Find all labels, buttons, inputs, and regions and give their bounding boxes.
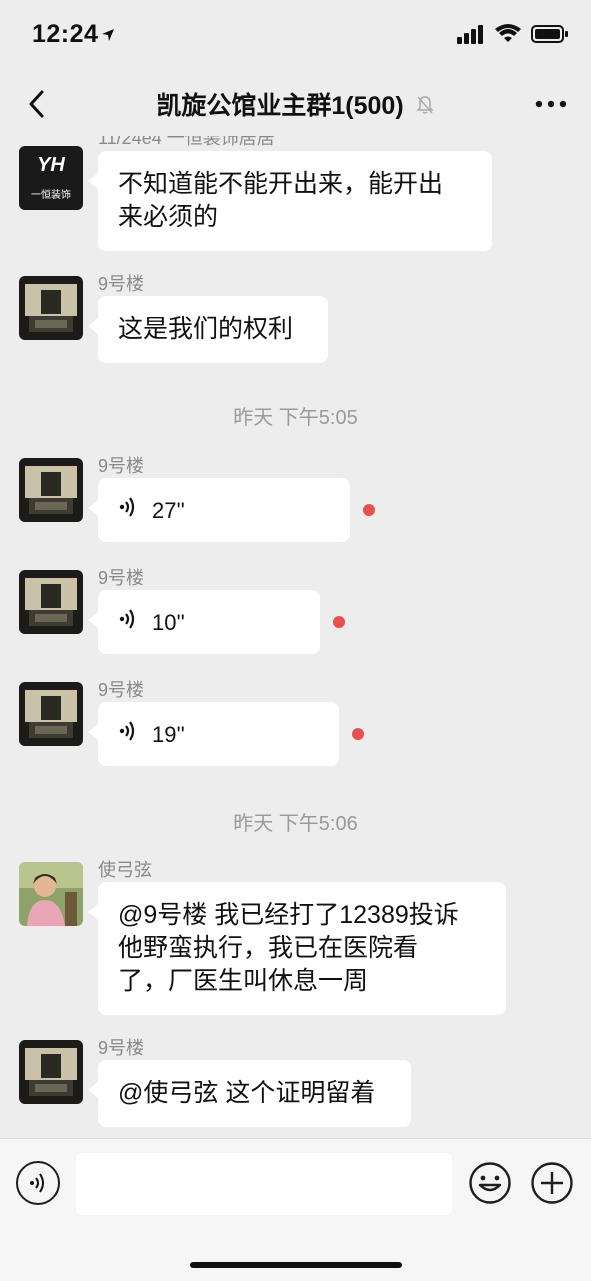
voice-bubble[interactable]: 10''	[88, 590, 320, 654]
voice-wave-icon	[118, 606, 140, 639]
voice-wave-icon	[118, 718, 140, 751]
signal-icon	[457, 24, 485, 49]
message-list[interactable]: 11/24e4 一恒装饰居居 YH 一恒装饰 不知道能不能开出来，能开出 来必须…	[0, 136, 591, 1138]
chat-title: 凯旋公馆业主群1(500)	[156, 92, 404, 120]
voice-wave-icon	[118, 494, 140, 527]
battery-icon	[531, 24, 569, 49]
unread-dot	[333, 616, 345, 628]
chat-title-wrap: 凯旋公馆业主群1(500)	[0, 86, 591, 122]
message-sender: 9号楼	[98, 680, 145, 700]
chat-timestamp: 昨天 下午5:06	[233, 813, 358, 835]
logo-caption: 一恒装饰	[31, 190, 71, 201]
location-arrow-icon	[100, 27, 116, 48]
avatar[interactable]	[19, 1040, 83, 1104]
emoji-button[interactable]	[468, 1161, 512, 1205]
mute-bell-icon	[415, 93, 435, 122]
message-text-line: 来必须的	[118, 203, 219, 231]
avatar[interactable]	[19, 570, 83, 634]
avatar[interactable]: YH 一恒装饰	[19, 146, 83, 210]
unread-dot	[352, 728, 364, 740]
avatar[interactable]	[19, 458, 83, 522]
voice-duration: 19''	[152, 721, 185, 747]
message-text: @使弓弦 这个证明留着	[118, 1079, 376, 1107]
status-time: 12:24	[32, 20, 99, 48]
chat-header: 凯旋公馆业主群1(500)	[0, 72, 591, 136]
voice-bubble[interactable]: 19''	[88, 702, 339, 766]
wifi-icon	[495, 24, 521, 49]
message-bubble[interactable]: 这是我们的权利	[88, 296, 328, 363]
avatar[interactable]	[19, 862, 83, 926]
message-bubble[interactable]: 不知道能不能开出来，能开出 来必须的	[88, 151, 492, 251]
message-sender: 11/24e4 一恒装饰居居	[98, 136, 275, 148]
status-bar: 12:24	[0, 0, 591, 72]
message-sender: 使弓弦	[98, 860, 152, 880]
avatar[interactable]	[19, 682, 83, 746]
voice-bubble[interactable]: 27''	[88, 478, 350, 542]
chat-timestamp: 昨天 下午5:05	[233, 407, 358, 429]
more-functions-button[interactable]	[530, 1161, 574, 1205]
avatar[interactable]	[19, 276, 83, 340]
message-sender: 9号楼	[98, 568, 145, 588]
message-text-line: 了，厂医生叫休息一周	[118, 967, 369, 995]
status-icons	[457, 24, 569, 49]
message-text-line: @9号楼 我已经打了12389投诉	[118, 901, 459, 929]
unread-dot	[363, 504, 375, 516]
home-indicator[interactable]	[190, 1262, 402, 1268]
message-text-line: 他野蛮执行，我已在医院看	[118, 934, 419, 962]
input-bar	[0, 1138, 591, 1281]
message-text: 这是我们的权利	[118, 315, 294, 343]
message-text-line: 不知道能不能开出来，能开出	[118, 170, 444, 198]
voice-duration: 27''	[152, 497, 185, 523]
message-sender: 9号楼	[98, 456, 145, 476]
message-input[interactable]	[76, 1153, 452, 1215]
voice-input-button[interactable]	[16, 1161, 60, 1205]
message-bubble[interactable]: @使弓弦 这个证明留着	[88, 1060, 411, 1127]
logo-mark: YH	[37, 154, 65, 176]
more-options-button[interactable]	[533, 92, 569, 116]
message-bubble[interactable]: @9号楼 我已经打了12389投诉 他野蛮执行，我已在医院看 了，厂医生叫休息一…	[88, 882, 506, 1015]
message-sender: 9号楼	[98, 274, 145, 294]
message-sender: 9号楼	[98, 1038, 145, 1058]
voice-duration: 10''	[152, 609, 185, 635]
